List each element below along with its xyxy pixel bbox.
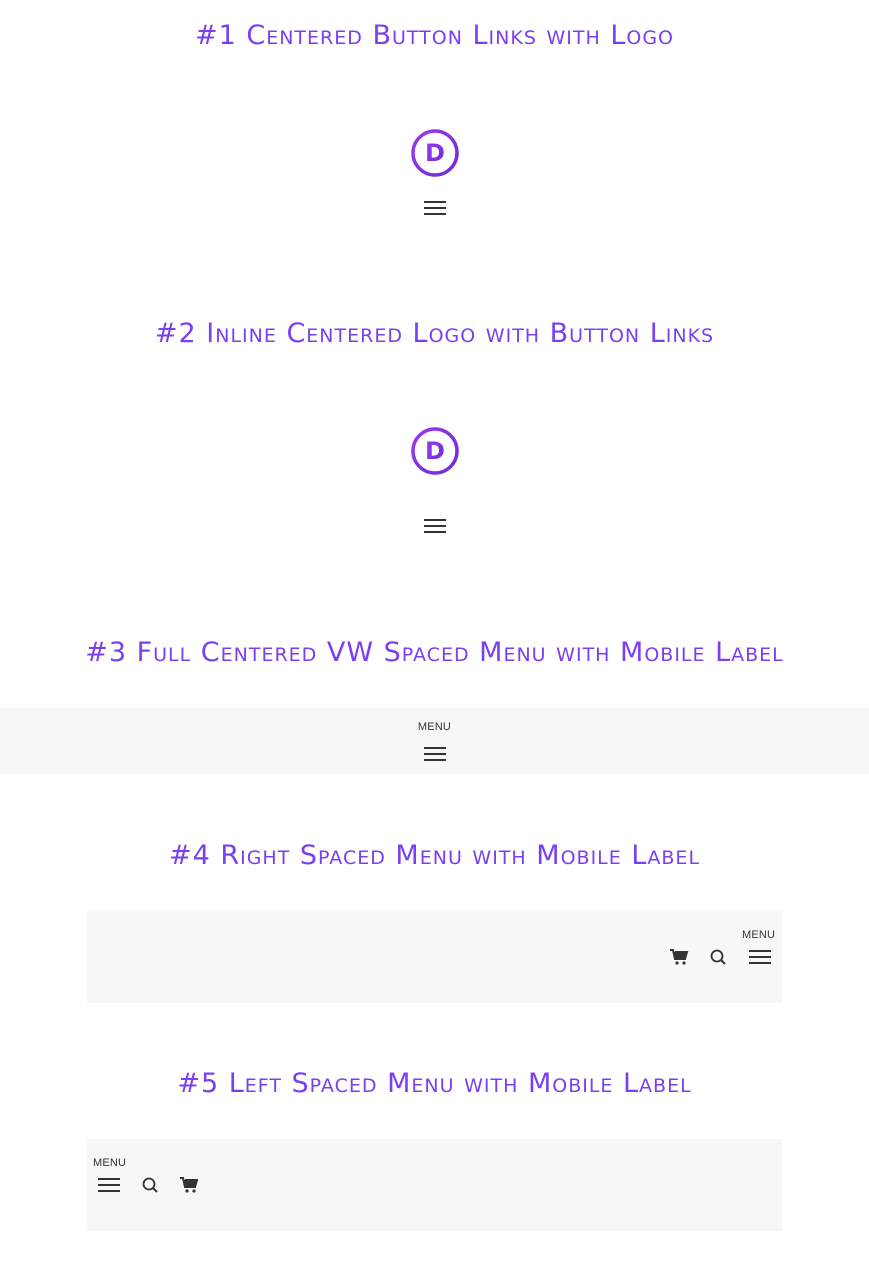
divi-logo-icon[interactable]: D	[410, 128, 460, 178]
svg-text:D: D	[425, 437, 445, 465]
full-width-menu-bar: MENU	[0, 708, 869, 774]
hamburger-menu-icon[interactable]	[424, 200, 446, 216]
section-4-title: #4 Right Spaced Menu with Mobile Label	[168, 840, 701, 871]
section-2-title: #2 Inline Centered Logo with Button Link…	[154, 318, 715, 349]
section-5-title: #5 Left Spaced Menu with Mobile Label	[177, 1068, 692, 1099]
mobile-menu-label[interactable]: MENU	[0, 721, 869, 733]
hamburger-menu-icon[interactable]	[424, 518, 446, 534]
mobile-menu-label[interactable]: MENU	[93, 1157, 126, 1169]
hamburger-menu-icon[interactable]	[749, 949, 771, 965]
search-icon[interactable]	[708, 947, 728, 967]
hamburger-menu-icon[interactable]	[424, 746, 446, 762]
shopping-cart-icon[interactable]	[669, 947, 689, 967]
right-menu-bar: MENU	[87, 911, 782, 1003]
mobile-menu-label[interactable]: MENU	[742, 929, 775, 941]
section-3-title: #3 Full Centered VW Spaced Menu with Mob…	[85, 637, 784, 668]
section-1-title: #1 Centered Button Links with Logo	[194, 20, 675, 51]
search-icon[interactable]	[140, 1175, 160, 1195]
divi-logo-icon[interactable]: D	[410, 426, 460, 476]
left-menu-bar: MENU	[87, 1139, 782, 1231]
hamburger-menu-icon[interactable]	[98, 1177, 120, 1193]
svg-text:D: D	[425, 139, 445, 167]
shopping-cart-icon[interactable]	[179, 1175, 199, 1195]
